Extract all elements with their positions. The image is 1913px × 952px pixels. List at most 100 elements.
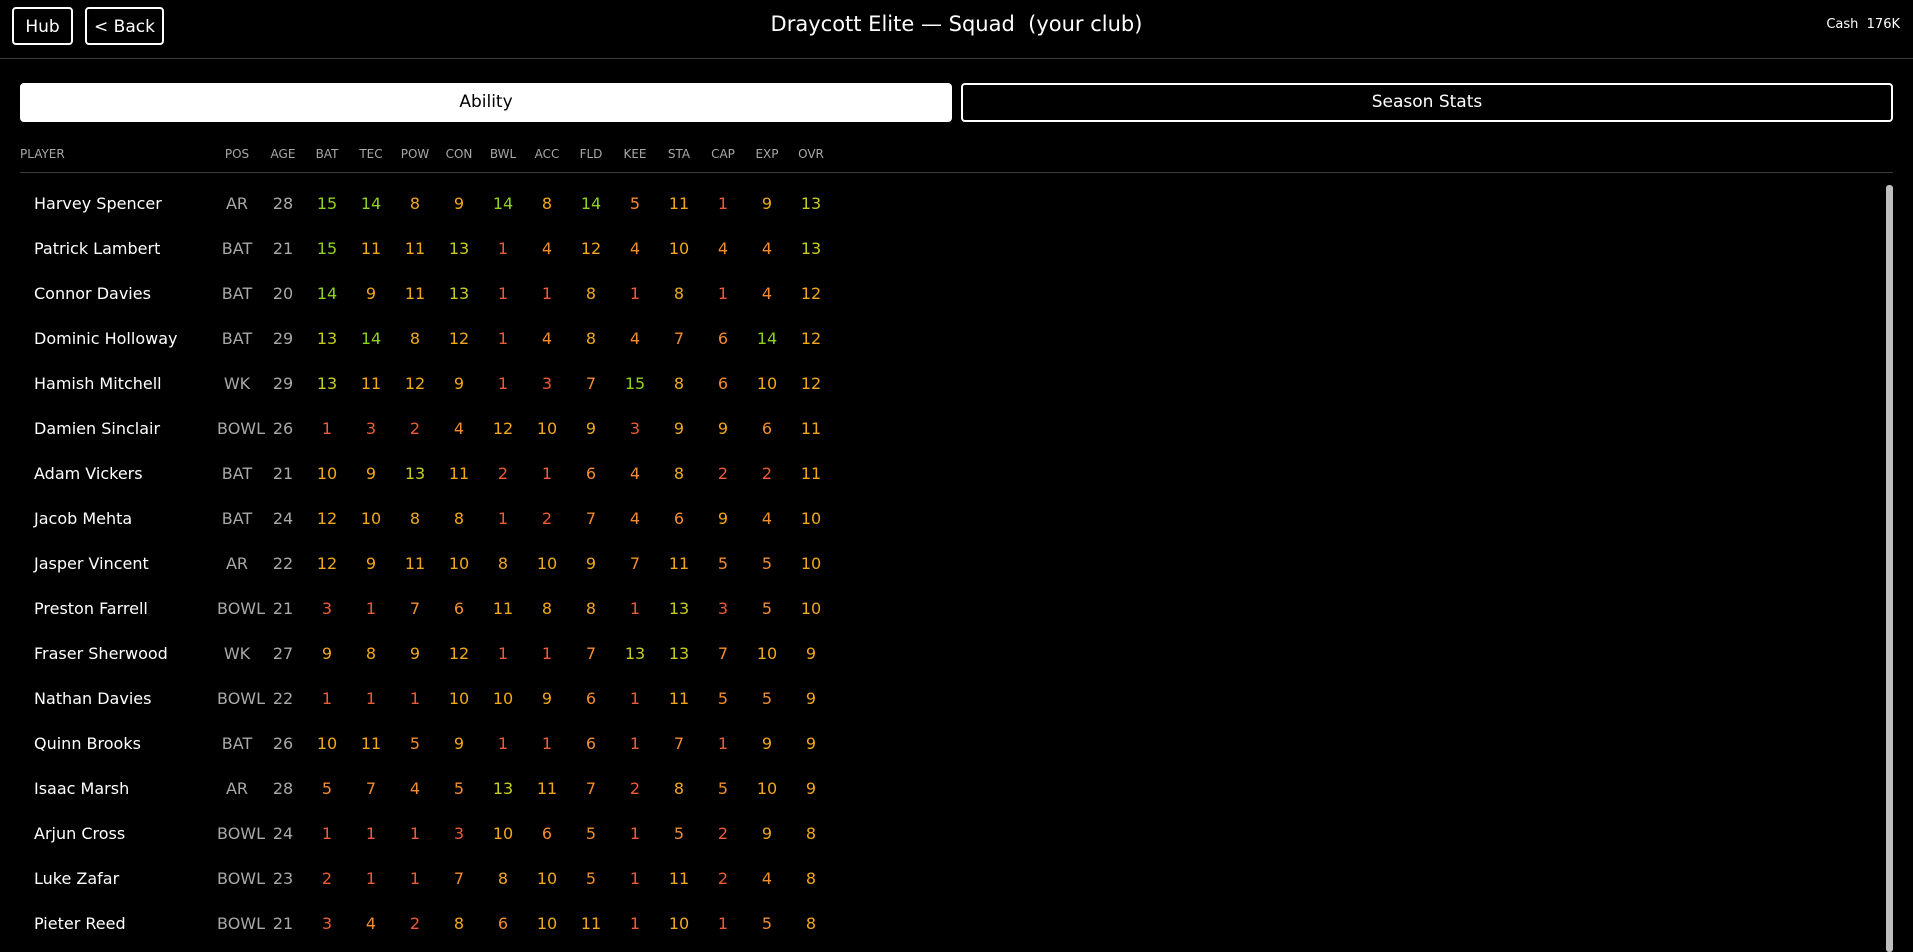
stat-tec: 9 [365, 464, 377, 483]
stat-con: 10 [448, 554, 470, 573]
table-row[interactable]: Jasper Vincent AR 22 12 9 11 10 8 10 9 7 11 5 5 10 [20, 542, 1880, 587]
table-row[interactable]: Luke Zafar BOWL 23 2 1 1 7 8 10 5 1 11 2 4 8 [20, 857, 1880, 902]
player-name[interactable]: Jasper Vincent [34, 554, 214, 573]
column-header-acc[interactable]: ACC [527, 147, 567, 161]
column-header-exp[interactable]: EXP [747, 147, 787, 161]
stat-fld: 6 [585, 734, 597, 753]
tab-ability[interactable]: Ability [20, 83, 952, 122]
stat-pow: 4 [409, 779, 421, 798]
column-header-age[interactable]: AGE [263, 147, 303, 161]
column-header-kee[interactable]: KEE [615, 147, 655, 161]
player-name[interactable]: Pieter Reed [34, 914, 214, 933]
stat-ovr: 11 [800, 464, 822, 483]
stat-bwl: 1 [497, 239, 509, 258]
table-scrollbar[interactable] [1886, 185, 1893, 952]
stat-con: 3 [453, 824, 465, 843]
table-row[interactable]: Fraser Sherwood WK 27 9 8 9 12 1 1 7 13 13 7 10 9 [20, 632, 1880, 677]
column-header-bat[interactable]: BAT [307, 147, 347, 161]
column-header-con[interactable]: CON [439, 147, 479, 161]
player-name[interactable]: Patrick Lambert [34, 239, 214, 258]
table-row[interactable]: Connor Davies BAT 20 14 9 11 13 1 1 8 1 8 1 4 12 [20, 272, 1880, 317]
table-row[interactable]: Hamish Mitchell WK 29 13 11 12 9 1 3 7 15 8 6 10 12 [20, 362, 1880, 407]
table-row[interactable]: Preston Farrell BOWL 21 3 1 7 6 11 8 8 1 13 3 5 10 [20, 587, 1880, 632]
stat-kee: 13 [624, 644, 646, 663]
stat-acc: 1 [541, 464, 553, 483]
player-position: BAT [221, 329, 253, 348]
column-header-pow[interactable]: POW [395, 147, 435, 161]
player-name[interactable]: Adam Vickers [34, 464, 214, 483]
player-name[interactable]: Hamish Mitchell [34, 374, 214, 393]
player-name[interactable]: Nathan Davies [34, 689, 214, 708]
stat-ovr: 10 [800, 509, 822, 528]
stat-bat: 12 [316, 554, 338, 573]
table-row[interactable]: Pieter Reed BOWL 21 3 4 2 8 6 10 11 1 10 1 5 8 [20, 902, 1880, 947]
stat-fld: 7 [585, 644, 597, 663]
column-header-fld[interactable]: FLD [571, 147, 611, 161]
player-name[interactable]: Damien Sinclair [34, 419, 214, 438]
column-header-pos[interactable]: POS [217, 147, 257, 161]
column-header-tec[interactable]: TEC [351, 147, 391, 161]
stat-sta: 8 [673, 464, 685, 483]
table-row[interactable]: Patrick Lambert BAT 21 15 11 11 13 1 4 12 4 10 4 4 13 [20, 227, 1880, 272]
stat-tec: 14 [360, 194, 382, 213]
stat-pow: 8 [409, 329, 421, 348]
stat-tec: 11 [360, 374, 382, 393]
stat-kee: 1 [629, 869, 641, 888]
player-age: 21 [272, 239, 294, 258]
column-header-cap[interactable]: CAP [703, 147, 743, 161]
stat-acc: 9 [541, 689, 553, 708]
stat-acc: 8 [541, 599, 553, 618]
stat-sta: 8 [673, 284, 685, 303]
stat-tec: 1 [365, 599, 377, 618]
table-row[interactable]: Harvey Spencer AR 28 15 14 8 9 14 8 14 5 11 1 9 13 [20, 182, 1880, 227]
stat-ovr: 8 [805, 914, 817, 933]
stat-kee: 1 [629, 599, 641, 618]
stat-pow: 1 [409, 824, 421, 843]
stat-sta: 5 [673, 824, 685, 843]
stat-fld: 8 [585, 599, 597, 618]
player-name[interactable]: Connor Davies [34, 284, 214, 303]
table-row[interactable]: Jacob Mehta BAT 24 12 10 8 8 1 2 7 4 6 9 4 10 [20, 497, 1880, 542]
stat-tec: 1 [365, 689, 377, 708]
table-row[interactable]: Arjun Cross BOWL 24 1 1 1 3 10 6 5 1 5 2 9 8 [20, 812, 1880, 857]
player-name[interactable]: Arjun Cross [34, 824, 214, 843]
player-name[interactable]: Isaac Marsh [34, 779, 214, 798]
table-row[interactable]: Dominic Holloway BAT 29 13 14 8 12 1 4 8 4 7 6 14 12 [20, 317, 1880, 362]
stat-bwl: 1 [497, 329, 509, 348]
stat-bat: 1 [321, 824, 333, 843]
stat-fld: 8 [585, 284, 597, 303]
stat-tec: 9 [365, 284, 377, 303]
table-row[interactable]: Adam Vickers BAT 21 10 9 13 11 2 1 6 4 8 2 2 11 [20, 452, 1880, 497]
player-position: WK [223, 374, 251, 393]
stat-tec: 14 [360, 329, 382, 348]
player-name[interactable]: Luke Zafar [34, 869, 214, 888]
player-name[interactable]: Jacob Mehta [34, 509, 214, 528]
tab-season-stats[interactable]: Season Stats [961, 83, 1893, 122]
stat-exp: 10 [756, 374, 778, 393]
stat-acc: 6 [541, 824, 553, 843]
player-name[interactable]: Harvey Spencer [34, 194, 214, 213]
stat-pow: 2 [409, 419, 421, 438]
table-row[interactable]: Nathan Davies BOWL 22 1 1 1 10 10 9 6 1 11 5 5 9 [20, 677, 1880, 722]
stat-ovr: 10 [800, 599, 822, 618]
column-header-sta[interactable]: STA [659, 147, 699, 161]
stat-cap: 6 [717, 374, 729, 393]
player-name[interactable]: Fraser Sherwood [34, 644, 214, 663]
stat-sta: 7 [673, 734, 685, 753]
player-name[interactable]: Dominic Holloway [34, 329, 214, 348]
stat-tec: 8 [365, 644, 377, 663]
player-name[interactable]: Quinn Brooks [34, 734, 214, 753]
table-row[interactable]: Damien Sinclair BOWL 26 1 3 2 4 12 10 9 3 9 9 6 11 [20, 407, 1880, 452]
player-name[interactable]: Preston Farrell [34, 599, 214, 618]
stat-pow: 11 [404, 284, 426, 303]
stat-sta: 10 [668, 239, 690, 258]
table-row[interactable]: Quinn Brooks BAT 26 10 11 5 9 1 1 6 1 7 1 9 9 [20, 722, 1880, 767]
stat-exp: 5 [761, 914, 773, 933]
stat-sta: 11 [668, 194, 690, 213]
column-header-ovr[interactable]: OVR [791, 147, 831, 161]
stat-tec: 11 [360, 239, 382, 258]
stat-exp: 10 [756, 644, 778, 663]
table-row[interactable]: Isaac Marsh AR 28 5 7 4 5 13 11 7 2 8 5 10 9 [20, 767, 1880, 812]
column-header-bwl[interactable]: BWL [483, 147, 523, 161]
column-header-player[interactable]: PLAYER [20, 147, 220, 161]
